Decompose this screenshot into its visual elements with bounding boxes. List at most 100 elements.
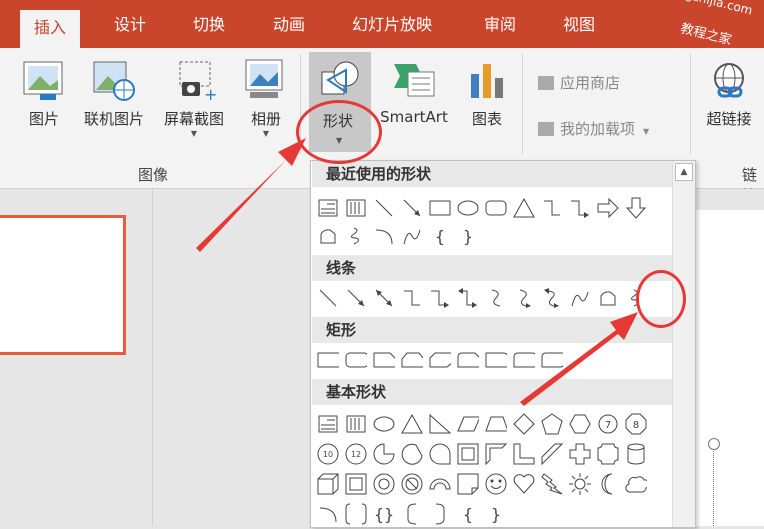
- line-icon[interactable]: [373, 197, 395, 219]
- parallelogram-icon[interactable]: [457, 413, 479, 435]
- double-arrow-line-icon[interactable]: [373, 287, 395, 309]
- right-arrow-icon[interactable]: [597, 197, 619, 219]
- left-bracket-icon[interactable]: [401, 503, 423, 525]
- plaque-icon[interactable]: [597, 443, 619, 465]
- lightning-bolt-icon[interactable]: [541, 473, 563, 495]
- smartart-button[interactable]: SmartArt: [376, 58, 452, 126]
- tab-slideshow[interactable]: 幻灯片放映: [352, 0, 432, 48]
- donut-icon[interactable]: [373, 473, 395, 495]
- arc-icon[interactable]: [373, 225, 395, 247]
- online-picture-button[interactable]: 联机图片: [78, 58, 150, 129]
- chart-button[interactable]: 图表: [465, 58, 509, 129]
- arc-icon[interactable]: [317, 503, 339, 525]
- oval-icon[interactable]: [373, 413, 395, 435]
- tab-transitions[interactable]: 切换: [193, 0, 225, 48]
- tab-review[interactable]: 审阅: [484, 0, 516, 48]
- rounded-rectangle-icon[interactable]: [345, 349, 367, 371]
- arrow-line-icon[interactable]: [345, 287, 367, 309]
- pie-icon[interactable]: [373, 443, 395, 465]
- octagon-icon[interactable]: 8: [625, 413, 647, 435]
- elbow-connector-icon[interactable]: [401, 287, 423, 309]
- right-triangle-icon[interactable]: [429, 413, 451, 435]
- can-icon[interactable]: [625, 443, 647, 465]
- moon-icon[interactable]: [597, 473, 619, 495]
- triangle-icon[interactable]: [401, 413, 423, 435]
- tab-animations[interactable]: 动画: [273, 0, 305, 48]
- elbow-arrow-connector-icon[interactable]: [569, 197, 591, 219]
- l-shape-icon[interactable]: [513, 443, 535, 465]
- curved-connector-icon[interactable]: [485, 287, 507, 309]
- curved-arrow-connector-icon[interactable]: [513, 287, 535, 309]
- cube-icon[interactable]: [317, 473, 339, 495]
- folded-corner-icon[interactable]: [457, 473, 479, 495]
- sun-icon[interactable]: [569, 473, 591, 495]
- round-single-corner-rectangle-icon[interactable]: [485, 349, 507, 371]
- frame-icon[interactable]: [457, 443, 479, 465]
- scroll-up-icon[interactable]: ▲: [675, 163, 693, 181]
- curve-icon[interactable]: [401, 225, 423, 247]
- rounded-rectangle-icon[interactable]: [485, 197, 507, 219]
- tab-design[interactable]: 设计: [114, 0, 146, 48]
- hexagon-icon[interactable]: [569, 413, 591, 435]
- freeform-shape-icon[interactable]: [317, 225, 339, 247]
- tab-view[interactable]: 视图: [563, 0, 595, 48]
- right-brace-icon[interactable]: }: [457, 225, 479, 247]
- album-button[interactable]: 相册 ▼: [244, 58, 288, 138]
- round-same-side-rectangle-icon[interactable]: [513, 349, 535, 371]
- smiley-face-icon[interactable]: [485, 473, 507, 495]
- app-store-button[interactable]: 应用商店: [538, 72, 620, 93]
- trapezoid-icon[interactable]: [485, 413, 507, 435]
- vertical-text-box-icon[interactable]: [345, 197, 367, 219]
- gallery-scrollbar[interactable]: ▲: [672, 161, 695, 527]
- curved-double-arrow-icon[interactable]: [541, 287, 563, 309]
- rectangle-icon[interactable]: [317, 349, 339, 371]
- heptagon-icon[interactable]: 7: [597, 413, 619, 435]
- oval-icon[interactable]: [457, 197, 479, 219]
- curve-icon[interactable]: [569, 287, 591, 309]
- right-brace-icon[interactable]: }: [485, 503, 507, 525]
- text-box-icon[interactable]: [317, 197, 339, 219]
- elbow-connector-icon[interactable]: [541, 197, 563, 219]
- freeform-shape-icon[interactable]: [597, 287, 619, 309]
- dodecagon-icon[interactable]: 12: [345, 443, 367, 465]
- snip-corner-rectangle-icon[interactable]: [373, 349, 395, 371]
- hyperlink-button[interactable]: 超链接: [700, 58, 758, 129]
- snip-same-side-rectangle-icon[interactable]: [401, 349, 423, 371]
- diamond-icon[interactable]: [513, 413, 535, 435]
- right-bracket-icon[interactable]: [429, 503, 451, 525]
- decagon-icon[interactable]: 10: [317, 443, 339, 465]
- elbow-arrow-connector-icon[interactable]: [429, 287, 451, 309]
- scribble-icon[interactable]: [345, 225, 367, 247]
- half-frame-icon[interactable]: [485, 443, 507, 465]
- text-box-icon[interactable]: [317, 413, 339, 435]
- chord-icon[interactable]: [401, 443, 423, 465]
- down-arrow-icon[interactable]: [625, 197, 647, 219]
- picture-button[interactable]: 图片: [22, 58, 66, 129]
- snip-round-rectangle-icon[interactable]: [457, 349, 479, 371]
- my-addins-button[interactable]: 我的加载项 ▼: [538, 118, 649, 139]
- pentagon-icon[interactable]: [541, 413, 563, 435]
- left-brace-icon[interactable]: {: [457, 503, 479, 525]
- elbow-double-arrow-icon[interactable]: [457, 287, 479, 309]
- heart-icon[interactable]: [513, 473, 535, 495]
- snip-diagonal-rectangle-icon[interactable]: [429, 349, 451, 371]
- cross-icon[interactable]: [569, 443, 591, 465]
- teardrop-icon[interactable]: [429, 443, 451, 465]
- rectangle-icon[interactable]: [429, 197, 451, 219]
- no-symbol-icon[interactable]: [401, 473, 423, 495]
- round-diagonal-rectangle-icon[interactable]: [541, 349, 563, 371]
- double-brace-icon[interactable]: {}: [373, 503, 395, 525]
- bevel-icon[interactable]: [345, 473, 367, 495]
- left-brace-icon[interactable]: {: [429, 225, 451, 247]
- slide-canvas[interactable]: [690, 210, 764, 526]
- slide-thumbnail[interactable]: [0, 215, 126, 355]
- block-arc-icon[interactable]: [429, 473, 451, 495]
- diagonal-stripe-icon[interactable]: [541, 443, 563, 465]
- tab-insert[interactable]: 插入: [20, 10, 81, 48]
- screenshot-button[interactable]: + 屏幕截图 ▼: [157, 58, 231, 138]
- triangle-icon[interactable]: [513, 197, 535, 219]
- double-bracket-icon[interactable]: [345, 503, 367, 525]
- vertical-text-box-icon[interactable]: [345, 413, 367, 435]
- line-icon[interactable]: [317, 287, 339, 309]
- arrow-line-icon[interactable]: [401, 197, 423, 219]
